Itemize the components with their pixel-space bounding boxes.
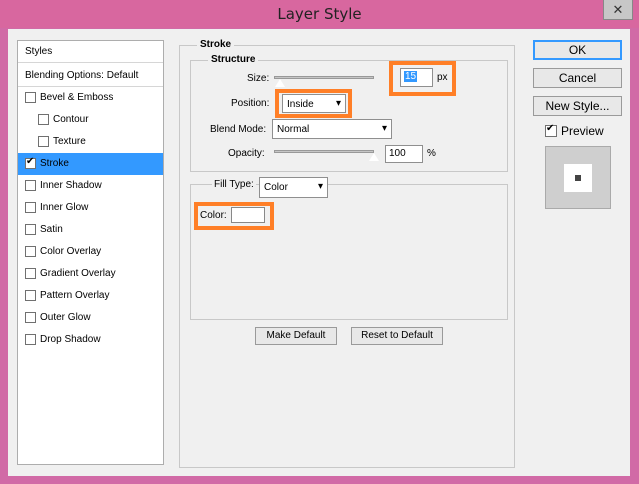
style-item-checkbox[interactable] [25, 224, 36, 235]
cancel-button[interactable]: Cancel [533, 68, 622, 88]
position-highlight [275, 89, 352, 118]
style-item-stroke[interactable]: Stroke [18, 153, 163, 175]
make-default-button[interactable]: Make Default [255, 327, 337, 345]
style-item-label: Bevel & Emboss [40, 92, 114, 103]
style-item-checkbox[interactable] [25, 92, 36, 103]
size-label: Size: [247, 73, 270, 84]
style-item-checkbox[interactable] [38, 136, 49, 147]
reset-to-default-button[interactable]: Reset to Default [351, 327, 443, 345]
blending-options-item[interactable]: Blending Options: Default [18, 65, 163, 87]
style-item-satin[interactable]: Satin [18, 219, 163, 241]
style-item-texture[interactable]: Texture [18, 131, 163, 153]
blend-mode-select[interactable]: Normal ▾ [272, 119, 392, 139]
styles-header-label: Styles [25, 46, 53, 57]
styles-header[interactable]: Styles [18, 41, 163, 63]
fill-type-label: Fill Type: [212, 179, 256, 190]
style-item-label: Color Overlay [40, 246, 102, 257]
stroke-group-title: Stroke [197, 39, 235, 50]
chevron-down-icon: ▾ [317, 181, 323, 192]
opacity-slider-thumb[interactable] [368, 152, 380, 162]
style-item-bevel-emboss[interactable]: Bevel & Emboss [18, 87, 163, 109]
close-button[interactable]: ✕ [603, 0, 633, 20]
style-preview [545, 146, 611, 209]
new-style-button[interactable]: New Style... [533, 96, 622, 116]
blending-options-label: Blending Options: Default [25, 70, 139, 81]
style-item-inner-glow[interactable]: Inner Glow [18, 197, 163, 219]
blend-mode-label: Blend Mode: [210, 124, 267, 135]
style-item-checkbox[interactable] [25, 180, 36, 191]
opacity-value: 100 [389, 148, 406, 159]
opacity-input[interactable]: 100 [385, 145, 423, 163]
opacity-unit: % [427, 148, 436, 159]
preview-swatch [564, 164, 592, 192]
style-item-label: Contour [53, 114, 89, 125]
preview-toggle[interactable]: Preview [545, 123, 625, 140]
chevron-down-icon: ▾ [381, 123, 387, 134]
style-item-checkbox[interactable] [25, 202, 36, 213]
style-item-color-overlay[interactable]: Color Overlay [18, 241, 163, 263]
style-item-label: Inner Shadow [40, 180, 102, 191]
preview-checkbox[interactable] [545, 123, 557, 137]
style-item-outer-glow[interactable]: Outer Glow [18, 307, 163, 329]
style-item-checkbox[interactable] [38, 114, 49, 125]
size-slider-thumb[interactable] [274, 78, 286, 88]
style-item-checkbox[interactable] [25, 290, 36, 301]
style-item-label: Drop Shadow [40, 334, 101, 345]
style-item-gradient-overlay[interactable]: Gradient Overlay [18, 263, 163, 285]
style-item-label: Texture [53, 136, 86, 147]
structure-group-title: Structure [208, 54, 259, 65]
window-title: Layer Style [277, 5, 362, 23]
position-label: Position: [231, 98, 270, 109]
style-item-label: Outer Glow [40, 312, 91, 323]
preview-label: Preview [561, 124, 604, 138]
style-item-drop-shadow[interactable]: Drop Shadow [18, 329, 163, 351]
style-item-inner-shadow[interactable]: Inner Shadow [18, 175, 163, 197]
fill-group: Fill Type: Color ▾ Color: [190, 177, 508, 320]
ok-button[interactable]: OK [533, 40, 622, 60]
style-item-label: Gradient Overlay [40, 268, 116, 279]
style-item-checkbox[interactable] [25, 334, 36, 345]
style-item-checkbox[interactable] [25, 246, 36, 257]
styles-list: Styles Blending Options: Default Bevel &… [17, 40, 164, 465]
size-slider[interactable] [274, 76, 374, 79]
fill-type-value: Color [264, 182, 288, 193]
opacity-label: Opacity: [228, 148, 265, 159]
style-item-label: Satin [40, 224, 63, 235]
style-item-checkbox[interactable] [25, 312, 36, 323]
fill-type-select[interactable]: Color ▾ [259, 177, 328, 198]
style-item-label: Inner Glow [40, 202, 89, 213]
style-item-label: Stroke [40, 158, 69, 169]
style-item-checkbox[interactable] [25, 268, 36, 279]
style-item-label: Pattern Overlay [40, 290, 110, 301]
size-highlight [389, 61, 456, 96]
structure-group: Structure Size: 15 px Position: Inside ▾… [190, 54, 508, 172]
stroke-group: Stroke Structure Size: 15 px Position: I… [179, 39, 515, 468]
title-bar[interactable]: Layer Style ✕ [0, 0, 639, 28]
style-item-pattern-overlay[interactable]: Pattern Overlay [18, 285, 163, 307]
dialog-body: Styles Blending Options: Default Bevel &… [8, 29, 630, 476]
blend-mode-value: Normal [277, 124, 310, 135]
style-item-contour[interactable]: Contour [18, 109, 163, 131]
close-icon: ✕ [612, 2, 624, 17]
preview-dot [575, 175, 581, 181]
color-highlight [194, 202, 274, 230]
style-item-checkbox[interactable] [25, 156, 36, 169]
layer-style-dialog: Layer Style ✕ Styles Blending Options: D… [0, 0, 639, 484]
opacity-slider[interactable] [274, 150, 374, 153]
